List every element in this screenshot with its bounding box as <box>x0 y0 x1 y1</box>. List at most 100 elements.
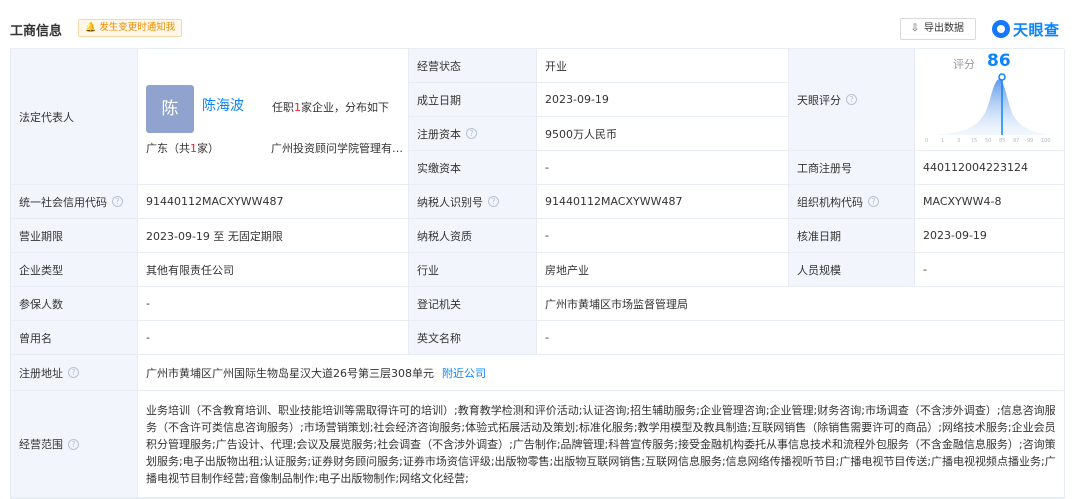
credit-label: 统一社会信用代码 <box>19 195 107 209</box>
legal-rep-cell: 陈 陈海波 任职1家企业，分布如下 广东（共1家） 广州投资顾问学院管理有限公司 <box>138 49 409 185</box>
help-icon[interactable]: ? <box>488 196 499 207</box>
section-title: 工商信息 <box>10 24 63 39</box>
status-value: 开业 <box>545 59 567 73</box>
founded-label-cell: 成立日期 <box>409 83 537 117</box>
taxid-value: 91440112MACXYWW487 <box>545 195 683 208</box>
score-title: 评分 <box>953 58 975 71</box>
legal-rep-company-link[interactable]: 广州投资顾问学院管理有限公司 <box>271 140 403 156</box>
legal-rep-label-cell: 法定代表人 <box>11 49 138 185</box>
office-prefix: 任职 <box>272 101 294 114</box>
help-icon[interactable]: ? <box>846 94 857 105</box>
help-icon[interactable]: ? <box>868 196 879 207</box>
authority-label: 登记机关 <box>417 297 461 311</box>
regno-label-cell: 工商注册号 <box>789 151 915 185</box>
english-value-cell: - <box>537 321 1065 355</box>
credit-value-cell: 91440112MACXYWW487 <box>138 185 409 219</box>
legal-rep-region: 广东（共1家） <box>146 140 219 156</box>
help-icon[interactable]: ? <box>68 367 79 378</box>
paid-value: - <box>545 161 549 174</box>
insured-value: - <box>146 297 150 310</box>
tick-97: 97 <box>1013 138 1019 143</box>
scope-label-cell: 经营范围? <box>11 391 138 498</box>
region-prefix: 广东（共 <box>146 142 190 155</box>
brand-logo[interactable]: 天眼查 <box>992 17 1060 41</box>
export-icon: ⇩ <box>910 23 920 34</box>
orgcode-value: MACXYWW4-8 <box>923 195 1002 208</box>
legal-rep-avatar[interactable]: 陈 <box>146 85 194 133</box>
regno-value: 440112004223124 <box>923 161 1028 174</box>
type-label-cell: 企业类型 <box>11 253 138 287</box>
credit-value: 91440112MACXYWW487 <box>146 195 284 208</box>
tick-100: 100 <box>1041 138 1051 143</box>
notify-change-button[interactable]: 🔔 发生变更时通知我 <box>78 19 183 37</box>
scope-value: 业务培训（不含教育培训、职业技能培训等需取得许可的培训）;教育教学检测和评价活动… <box>146 403 1056 485</box>
taxqual-value-cell: - <box>537 219 789 253</box>
legal-rep-name-link[interactable]: 陈海波 <box>202 95 244 115</box>
paid-value-cell: - <box>537 151 789 185</box>
former-label-cell: 曾用名 <box>11 321 138 355</box>
section-header: 工商信息 🔔 发生变更时通知我 ⇩ 导出数据 天眼查 <box>0 0 1080 42</box>
type-value: 其他有限责任公司 <box>146 263 234 277</box>
nearby-companies-link[interactable]: 附近公司 <box>442 365 486 381</box>
status-label: 经营状态 <box>417 59 461 73</box>
tick-50: 50 <box>985 138 991 143</box>
capital-value: 9500万人民币 <box>545 127 617 141</box>
taxqual-value: - <box>545 229 549 242</box>
founded-value: 2023-09-19 <box>545 93 609 106</box>
paid-label-cell: 实缴资本 <box>409 151 537 185</box>
staff-value-cell: - <box>915 253 1065 287</box>
approved-label: 核准日期 <box>797 229 841 243</box>
taxqual-label-cell: 纳税人资质 <box>409 219 537 253</box>
business-info-table: 法定代表人 陈 陈海波 任职1家企业，分布如下 广东（共1家） 广州投资顾问学院… <box>10 48 1065 499</box>
notify-change-label: 发生变更时通知我 <box>99 22 176 33</box>
tick-1: 1 <box>941 138 944 143</box>
regno-value-cell: 440112004223124 <box>915 151 1065 185</box>
score-chart-cell[interactable]: 评分 86 0 1 3 15 50 85 97 99 100 <box>915 49 1065 151</box>
taxid-value-cell: 91440112MACXYWW487 <box>537 185 789 219</box>
help-icon[interactable]: ? <box>112 196 123 207</box>
capital-label: 注册资本 <box>417 127 461 141</box>
authority-value: 广州市黄埔区市场监督管理局 <box>545 297 688 311</box>
legal-rep-label: 法定代表人 <box>19 110 74 124</box>
capital-label-cell: 注册资本? <box>409 117 537 151</box>
taxqual-label: 纳税人资质 <box>417 229 472 243</box>
orgcode-value-cell: MACXYWW4-8 <box>915 185 1065 219</box>
office-count[interactable]: 1 <box>294 101 301 114</box>
address-label-cell: 注册地址? <box>11 355 138 391</box>
industry-label-cell: 行业 <box>409 253 537 287</box>
term-value-cell: 2023-09-19 至 无固定期限 <box>138 219 409 253</box>
type-value-cell: 其他有限责任公司 <box>138 253 409 287</box>
legal-rep-office-info: 任职1家企业，分布如下 <box>272 99 389 115</box>
bell-icon: 🔔 <box>85 23 97 33</box>
score-value: 86 <box>987 51 1011 71</box>
region-count: 1 <box>190 142 197 155</box>
address-value-cell: 广州市黄埔区广州国际生物岛星汉大道26号第三层308单元 附近公司 <box>138 355 1065 391</box>
industry-value-cell: 房地产业 <box>537 253 789 287</box>
help-icon[interactable]: ? <box>466 128 477 139</box>
taxid-label: 纳税人识别号 <box>417 195 483 209</box>
approved-value-cell: 2023-09-19 <box>915 219 1065 253</box>
export-data-button[interactable]: ⇩ 导出数据 <box>900 18 976 40</box>
brand-name: 天眼查 <box>1013 20 1060 39</box>
staff-label: 人员规模 <box>797 263 841 277</box>
term-value: 2023-09-19 至 无固定期限 <box>146 229 283 243</box>
office-suffix: 家企业，分布如下 <box>301 101 389 114</box>
founded-label: 成立日期 <box>417 93 461 107</box>
insured-label-cell: 参保人数 <box>11 287 138 321</box>
bell-curve-shape <box>925 79 1057 135</box>
score-marker-dot <box>998 73 1006 81</box>
score-label: 天眼评分 <box>797 93 841 107</box>
tick-3: 3 <box>957 138 960 143</box>
tick-99: 99 <box>1027 138 1033 143</box>
tick-15: 15 <box>971 138 977 143</box>
term-label-cell: 营业期限 <box>11 219 138 253</box>
address-label: 注册地址 <box>19 366 63 380</box>
region-suffix: 家） <box>197 142 219 155</box>
industry-value: 房地产业 <box>545 263 589 277</box>
status-label-cell: 经营状态 <box>409 49 537 83</box>
help-icon[interactable]: ? <box>68 438 79 450</box>
brand-mark-icon <box>992 20 1010 38</box>
english-label-cell: 英文名称 <box>409 321 537 355</box>
taxid-label-cell: 纳税人识别号? <box>409 185 537 219</box>
paid-label: 实缴资本 <box>417 161 461 175</box>
